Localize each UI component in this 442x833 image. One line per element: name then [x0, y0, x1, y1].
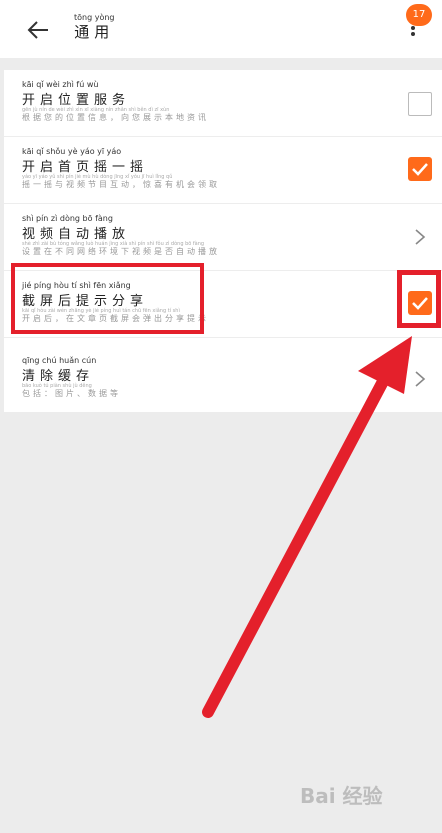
watermark-logo: Bai 经验 — [300, 784, 383, 808]
annotation-arrow-icon — [202, 336, 412, 718]
